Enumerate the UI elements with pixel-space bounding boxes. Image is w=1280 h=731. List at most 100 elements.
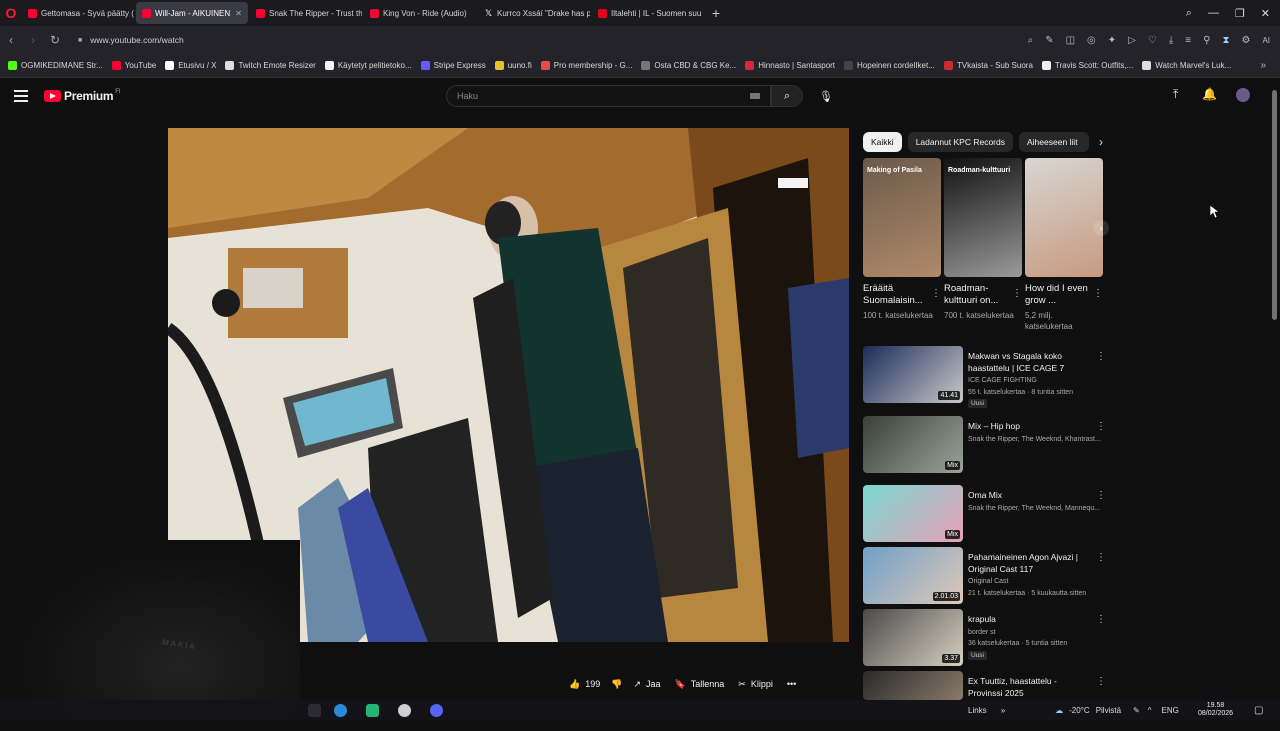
search-input[interactable]: Haku xyxy=(446,85,771,107)
bookmarks-overflow-icon[interactable]: » xyxy=(1260,60,1266,71)
download-icon[interactable]: ⤓ xyxy=(1169,35,1173,46)
discord-icon[interactable] xyxy=(430,704,443,717)
upload-icon[interactable]: ⤒ xyxy=(1173,87,1178,102)
profile-icon[interactable]: ⚲ xyxy=(1203,35,1210,46)
weather-text[interactable]: Pilvistä xyxy=(1096,706,1121,715)
recommendation-item[interactable]: 41.41 Makwan vs Stagala koko haastattelu … xyxy=(863,346,1113,408)
keyboard-icon[interactable] xyxy=(750,93,760,99)
bookmark-item[interactable]: Hinnasto | Santasport xyxy=(745,61,835,70)
bookmark-item[interactable]: Stripe Express xyxy=(420,61,486,70)
youtube-logo[interactable]: Premium FI xyxy=(44,89,121,103)
taskbar-app-icon[interactable] xyxy=(308,704,321,717)
extension-icon[interactable]: ✦ xyxy=(1108,35,1116,46)
video-title[interactable]: Pahamaineinen Agon Ajvazi | Original Cas… xyxy=(968,552,1093,575)
weather-temp[interactable]: -20°C xyxy=(1069,706,1090,715)
reload-button[interactable]: ↻ xyxy=(44,33,66,47)
bookmark-item[interactable]: Käytetyt pelitietoko... xyxy=(324,61,412,70)
edit-icon[interactable]: ✎ xyxy=(1045,35,1053,46)
tray-overflow-icon[interactable]: » xyxy=(1001,706,1005,715)
bookmark-item[interactable]: Etusivu / X xyxy=(165,61,216,70)
links-toolbar[interactable]: Links xyxy=(968,706,987,715)
menu-icon[interactable]: ≡ xyxy=(1185,35,1191,46)
taskbar-green-app-icon[interactable] xyxy=(366,704,379,717)
recommendation-item[interactable]: 3.37 krapula border st 36 katselukertaa · 5… xyxy=(863,609,1113,669)
opera-logo-icon[interactable]: O xyxy=(0,0,22,26)
short-title[interactable]: Erääitä Suomalaisin... xyxy=(863,283,927,307)
short-title[interactable]: Roadman-kulttuuri on... xyxy=(944,283,1008,307)
twitch-ext-icon[interactable]: ⧗ xyxy=(1222,35,1229,46)
browser-tab[interactable]: Gettomasa - Syvä päätty ( xyxy=(22,2,134,24)
video-thumbnail[interactable]: 41.41 xyxy=(863,346,963,403)
video-title[interactable]: Oma Mix xyxy=(968,490,1093,502)
video-title[interactable]: krapula xyxy=(968,614,1093,626)
shelf-next-button[interactable]: › xyxy=(1093,220,1109,236)
video-thumbnail[interactable]: 3.37 xyxy=(863,609,963,666)
browser-tab[interactable]: Snak The Ripper - Trust th xyxy=(250,2,362,24)
chips-next-icon[interactable]: › xyxy=(1099,135,1103,149)
recommendation-item[interactable]: Mix Mix – Hip hop Snak the Ripper, The Wee… xyxy=(863,416,1113,476)
player-icon[interactable]: ▷ xyxy=(1128,35,1136,46)
bookmark-item[interactable]: TVkaista - Sub Suora xyxy=(943,61,1033,70)
short-thumbnail[interactable] xyxy=(1025,158,1103,277)
video-title[interactable]: Ex Tuuttiz, haastattelu - Provinssi 2025 xyxy=(968,676,1093,699)
minimize-button[interactable]: — xyxy=(1208,7,1219,19)
forward-button[interactable]: › xyxy=(22,33,44,47)
channel-name[interactable]: Original Cast xyxy=(968,576,1103,588)
url-text[interactable]: www.youtube.com/watch xyxy=(90,35,184,45)
edge-icon[interactable] xyxy=(334,704,347,717)
short-card[interactable]: Roadman-kulttuuri Roadman-kulttuuri on...… xyxy=(944,158,1022,321)
short-more-icon[interactable]: ⋮ xyxy=(1093,288,1103,299)
browser-tab[interactable]: Iltalehti | IL - Suomen suu xyxy=(592,2,704,24)
video-thumbnail[interactable]: Mix xyxy=(863,416,963,473)
short-more-icon[interactable]: ⋮ xyxy=(1012,288,1022,299)
short-card[interactable]: How did I even grow ... 5,2 milj. katselu… xyxy=(1025,158,1103,332)
browser-tab[interactable]: Will-Jam - AIKUINEN ✕ xyxy=(136,2,248,24)
bookmark-item[interactable]: uuno.fi xyxy=(494,61,532,70)
recommendation-item[interactable]: Mix Oma Mix Snak the Ripper, The Weeknd, M… xyxy=(863,485,1113,545)
more-options-icon[interactable]: ⋮ xyxy=(1096,614,1106,625)
heart-icon[interactable]: ♡ xyxy=(1148,35,1157,46)
search-page-icon[interactable]: ⌕ xyxy=(1028,35,1034,46)
chip-2[interactable]: Aiheeseen liit xyxy=(1019,132,1089,152)
browser-tab[interactable]: 𝕏 Kurrco Xssáí "Drake has p xyxy=(478,2,590,24)
back-button[interactable]: ‹ xyxy=(0,33,22,47)
channel-name[interactable]: ICE CAGE FIGHTING xyxy=(968,375,1103,387)
avatar[interactable] xyxy=(1236,88,1250,102)
save-button[interactable]: 🔖 Tallenna xyxy=(668,673,732,695)
chip-0[interactable]: Kaikki xyxy=(863,132,902,152)
video-thumbnail[interactable] xyxy=(863,671,963,700)
bookmark-item[interactable]: Travis Scott: Outfits,... xyxy=(1041,61,1133,70)
bookmark-item[interactable]: Hopeinen cordelIket... xyxy=(844,61,935,70)
clock[interactable]: 19.58 08/02/2026 xyxy=(1198,702,1233,718)
bookmark-item[interactable]: Twitch Emote Resizer xyxy=(225,61,316,70)
tray-chevron-icon[interactable]: ^ xyxy=(1148,706,1152,715)
video-thumbnail[interactable]: 2.01.03 xyxy=(863,547,963,604)
settings-icon[interactable]: ⚙ xyxy=(1241,35,1250,46)
page-scrollbar[interactable] xyxy=(1272,90,1277,320)
clip-button[interactable]: ✂ Klippi xyxy=(731,673,780,695)
video-title[interactable]: Mix – Hip hop xyxy=(968,421,1093,433)
language-indicator[interactable]: ENG xyxy=(1162,706,1179,715)
voice-search-button[interactable]: 🎙 xyxy=(815,85,837,107)
taskbar-settings-icon[interactable] xyxy=(398,704,411,717)
guide-menu-icon[interactable] xyxy=(14,90,28,105)
short-more-icon[interactable]: ⋮ xyxy=(931,288,941,299)
recommendation-item[interactable]: 2.01.03 Pahamaineinen Agon Ajvazi | Origi… xyxy=(863,547,1113,607)
channel-name[interactable]: Snak the Ripper, The Weeknd, Khantrast..… xyxy=(968,434,1103,446)
vpn-icon[interactable]: ◎ xyxy=(1087,35,1096,46)
short-card[interactable]: Making of Pasila Erääitä Suomalaisin... 10… xyxy=(863,158,941,321)
url-field[interactable]: ■ www.youtube.com/watch xyxy=(78,35,184,45)
short-thumbnail[interactable]: Making of Pasila xyxy=(863,158,941,277)
share-button[interactable]: ↗ Jaa xyxy=(626,673,667,695)
short-thumbnail[interactable]: Roadman-kulttuuri xyxy=(944,158,1022,277)
maximize-button[interactable]: ❐ xyxy=(1235,7,1245,20)
chip-1[interactable]: Ladannut KPC Records xyxy=(907,132,1013,152)
channel-name[interactable]: border st xyxy=(968,627,1103,639)
bookmark-item[interactable]: Watch Marvel's Luk... xyxy=(1142,61,1231,70)
search-tabs-icon[interactable]: ⌕ xyxy=(1186,7,1192,20)
like-button[interactable]: 👍 199 xyxy=(562,673,607,695)
notifications-bell-icon[interactable]: 🔔 xyxy=(1202,87,1217,101)
ai-button[interactable]: AI xyxy=(1262,36,1270,45)
more-options-icon[interactable]: ⋮ xyxy=(1096,676,1106,687)
new-tab-button[interactable]: + xyxy=(706,5,726,21)
